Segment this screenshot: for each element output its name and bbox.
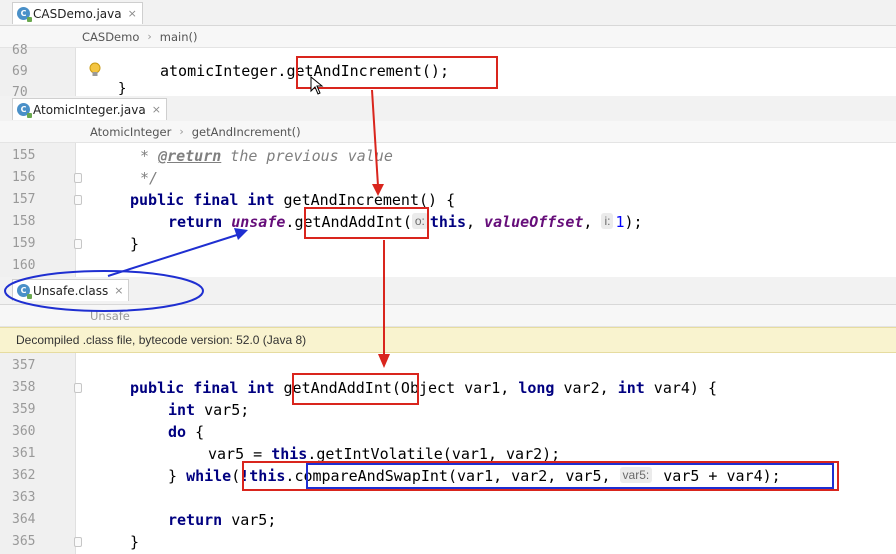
blue-ellipse: [4, 270, 204, 312]
red-arrowhead: [372, 184, 384, 196]
annotation-overlay: [4, 89, 390, 368]
blue-arrowhead: [234, 228, 248, 240]
red-arrow: [371, 89, 379, 187]
red-arrowhead: [378, 354, 390, 368]
blue-arrow: [107, 233, 241, 277]
